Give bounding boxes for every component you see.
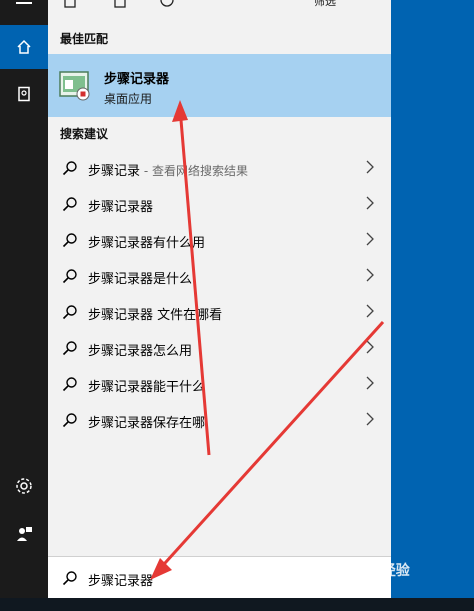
- annotation-arrows: [150, 100, 385, 580]
- watermark: Bai 经验: [352, 563, 410, 579]
- taskbar: [0, 598, 474, 611]
- arrow-head-down: [150, 558, 172, 580]
- arrow-head-up: [172, 100, 188, 122]
